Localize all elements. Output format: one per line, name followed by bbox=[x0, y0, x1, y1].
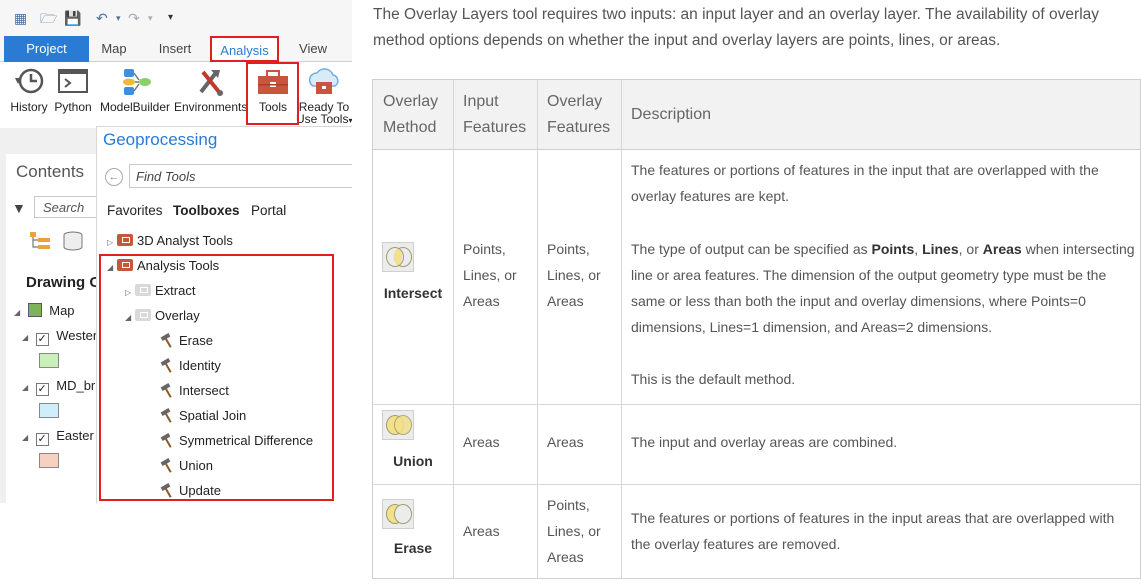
intro-paragraph: The Overlay Layers tool requires two inp… bbox=[373, 6, 1100, 49]
undo-icon[interactable]: ↶ bbox=[96, 9, 108, 27]
drawing-order-heading: Drawing O bbox=[26, 274, 102, 291]
ready-to-use-tools-button[interactable]: Ready To Use Tools▾ bbox=[296, 64, 352, 126]
overlay-method-table: Overlay Method Input Features Overlay Fe… bbox=[372, 79, 1141, 579]
row-divider bbox=[373, 484, 1140, 485]
checkbox-checked-icon[interactable]: ✓ bbox=[35, 383, 49, 396]
union-venn-icon bbox=[382, 410, 414, 440]
modelbuilder-icon bbox=[123, 69, 151, 95]
python-window-icon bbox=[58, 69, 88, 93]
description-cell: The features or portions of features in … bbox=[631, 162, 1099, 204]
input-features-cell: Areas bbox=[463, 434, 500, 450]
column-divider bbox=[621, 80, 622, 578]
tab-project[interactable]: Project bbox=[4, 36, 89, 62]
highlight-analysis-tools bbox=[99, 254, 334, 501]
header-input-features: Input Features bbox=[463, 93, 527, 136]
open-folder-icon[interactable]: 🗁 bbox=[40, 9, 57, 27]
environments-icon bbox=[199, 70, 223, 96]
erase-venn-icon bbox=[382, 499, 414, 529]
method-intersect: Intersect bbox=[383, 285, 443, 301]
customize-toolbar-icon[interactable]: ▾ bbox=[168, 9, 173, 27]
column-divider bbox=[537, 80, 538, 578]
input-features-cell: Points, Lines, or Areas bbox=[463, 241, 517, 309]
arcgis-pro-screenshot: ▦ 🗁 💾 ↶ ▾ ↷ ▾ ▾ Project Map Insert Analy… bbox=[0, 0, 352, 503]
dropdown-arrow-icon: ▾ bbox=[348, 116, 352, 125]
collapse-triangle-icon[interactable]: ◢ bbox=[22, 428, 32, 448]
filter-icon[interactable]: ▼ bbox=[12, 200, 26, 216]
toolbox-icon bbox=[117, 234, 133, 246]
collapse-triangle-icon[interactable]: ◢ bbox=[14, 303, 24, 323]
contents-search-input[interactable]: Search bbox=[34, 196, 98, 218]
row-divider bbox=[373, 404, 1140, 405]
description-cell: The type of output can be specified as P… bbox=[631, 241, 1135, 335]
ribbon-tabs: Project Map Insert Analysis View bbox=[0, 36, 352, 62]
overlay-features-cell: Areas bbox=[547, 434, 584, 450]
list-by-drawing-order-icon[interactable] bbox=[28, 230, 54, 252]
overlay-features-cell: Points, Lines, or Areas bbox=[547, 241, 601, 309]
overlay-features-cell: Points, Lines, or Areas bbox=[547, 497, 601, 565]
environments-button[interactable]: Environments bbox=[174, 64, 247, 126]
new-project-icon[interactable]: ▦ bbox=[14, 9, 27, 27]
layer-symbol-swatch[interactable] bbox=[39, 453, 59, 468]
tab-insert[interactable]: Insert bbox=[150, 36, 200, 62]
tab-map[interactable]: Map bbox=[94, 36, 134, 62]
intersect-venn-icon bbox=[382, 242, 414, 272]
tab-portal[interactable]: Portal bbox=[251, 203, 286, 218]
description-cell: This is the default method. bbox=[631, 371, 796, 387]
description-cell: The input and overlay areas are combined… bbox=[631, 434, 898, 450]
checkbox-checked-icon[interactable]: ✓ bbox=[35, 433, 49, 446]
find-tools-input[interactable]: Find Tools bbox=[129, 164, 352, 188]
undo-dropdown-icon[interactable]: ▾ bbox=[116, 9, 121, 27]
header-overlay-features: Overlay Features bbox=[547, 93, 611, 136]
contents-pane: Contents ▼ Search Drawing O ◢ Map ◢ ✓ We… bbox=[6, 154, 102, 503]
column-divider bbox=[453, 80, 454, 578]
history-button[interactable]: History bbox=[6, 64, 52, 126]
expand-triangle-icon[interactable]: ▷ bbox=[107, 233, 117, 253]
highlight-tools-button bbox=[246, 62, 299, 125]
layer-symbol-swatch[interactable] bbox=[39, 403, 59, 418]
layer-item[interactable]: ◢ ✓ Easter bbox=[22, 426, 94, 446]
tab-view[interactable]: View bbox=[292, 36, 334, 62]
ribbon-analysis-group: History Python ModelBuilder Environments… bbox=[0, 62, 352, 128]
layer-symbol-swatch[interactable] bbox=[39, 353, 59, 368]
method-union: Union bbox=[393, 453, 433, 469]
header-description: Description bbox=[631, 106, 712, 123]
map-node[interactable]: ◢ Map bbox=[14, 301, 75, 321]
tab-favorites[interactable]: Favorites bbox=[107, 203, 163, 218]
history-icon bbox=[15, 68, 44, 94]
geoprocessing-title: Geoprocessing bbox=[103, 130, 218, 149]
method-erase: Erase bbox=[393, 540, 433, 556]
contents-title: Contents bbox=[16, 162, 85, 181]
tab-analysis[interactable]: Analysis bbox=[210, 36, 279, 62]
quick-access-toolbar: ▦ 🗁 💾 ↶ ▾ ↷ ▾ ▾ bbox=[0, 0, 352, 36]
python-button[interactable]: Python bbox=[52, 64, 94, 126]
redo-icon[interactable]: ↷ bbox=[128, 9, 140, 27]
layer-item[interactable]: ◢ ✓ Wester bbox=[22, 326, 97, 346]
cloud-toolbox-icon bbox=[308, 68, 339, 94]
toolbox-item[interactable]: ▷ 3D Analyst Tools bbox=[107, 231, 233, 251]
save-icon[interactable]: 💾 bbox=[64, 9, 81, 27]
checkbox-checked-icon[interactable]: ✓ bbox=[35, 333, 49, 346]
header-overlay-method: Overlay Method bbox=[383, 93, 439, 136]
tab-toolboxes[interactable]: Toolboxes bbox=[173, 203, 240, 218]
list-by-data-source-icon[interactable] bbox=[62, 230, 84, 252]
modelbuilder-button[interactable]: ModelBuilder bbox=[98, 64, 172, 126]
collapse-triangle-icon[interactable]: ◢ bbox=[22, 378, 32, 398]
input-features-cell: Areas bbox=[463, 523, 500, 539]
collapse-triangle-icon[interactable]: ◢ bbox=[22, 328, 32, 348]
back-arrow-icon[interactable]: ← bbox=[105, 168, 123, 186]
map-icon bbox=[27, 303, 42, 317]
redo-dropdown-icon[interactable]: ▾ bbox=[148, 9, 153, 27]
layer-item[interactable]: ◢ ✓ MD_br bbox=[22, 376, 95, 396]
description-cell: The features or portions of features in … bbox=[631, 510, 1115, 552]
